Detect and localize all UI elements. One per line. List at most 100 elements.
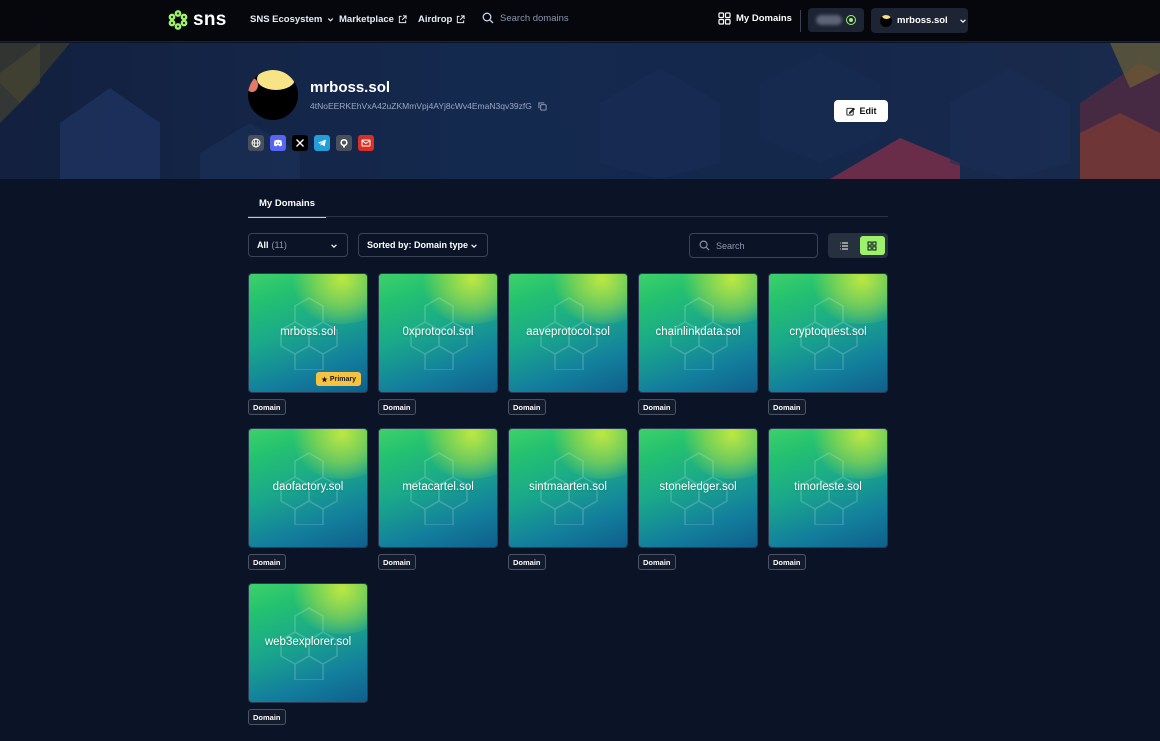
- edit-profile-button[interactable]: Edit: [834, 100, 888, 122]
- domain-name: stoneledger.sol: [659, 481, 737, 493]
- x-link[interactable]: [292, 135, 308, 151]
- domain-card-image[interactable]: web3explorer.sol: [248, 583, 368, 703]
- domain-name: mrboss.sol: [280, 326, 336, 338]
- domain-name: metacartel.sol: [402, 481, 474, 493]
- globe-icon: [251, 138, 261, 148]
- nav-sns-ecosystem[interactable]: SNS Ecosystem: [250, 14, 335, 25]
- list-view-button[interactable]: [831, 236, 857, 255]
- domain-type-badge: Domain: [248, 554, 286, 570]
- domain-type-badge: Domain: [638, 399, 676, 415]
- domain-card[interactable]: timorleste.sol Domain: [768, 428, 888, 570]
- nav-marketplace[interactable]: Marketplace: [339, 14, 407, 25]
- nav-marketplace-label: Marketplace: [339, 14, 394, 25]
- domain-card-image[interactable]: metacartel.sol: [378, 428, 498, 548]
- domain-card-image[interactable]: sintmaarten.sol: [508, 428, 628, 548]
- x-icon: [296, 139, 304, 147]
- domain-card[interactable]: aaveprotocol.sol Domain: [508, 273, 628, 415]
- github-icon: [340, 139, 348, 148]
- domain-card-image[interactable]: daofactory.sol: [248, 428, 368, 548]
- external-link-icon: [398, 15, 407, 24]
- domain-name: daofactory.sol: [272, 481, 344, 493]
- website-link[interactable]: [248, 135, 264, 151]
- domain-card[interactable]: daofactory.sol Domain: [248, 428, 368, 570]
- top-navigation: sns SNS Ecosystem Marketplace Airdrop Se…: [0, 0, 1160, 42]
- edit-icon: [845, 107, 855, 116]
- account-name: mrboss.sol: [897, 15, 948, 26]
- filter-label: All: [257, 240, 269, 250]
- primary-label: Primary: [329, 375, 356, 383]
- domain-card[interactable]: stoneledger.sol Domain: [638, 428, 758, 570]
- wallet-balance-blurred: [816, 15, 842, 25]
- domain-name: sintmaarten.sol: [529, 481, 607, 493]
- domain-type-badge: Domain: [378, 399, 416, 415]
- chevron-down-icon: [959, 18, 966, 23]
- nav-search-domains[interactable]: Search domains: [482, 12, 569, 24]
- domain-card-image[interactable]: timorleste.sol: [768, 428, 888, 548]
- banner-pattern: [0, 43, 1160, 179]
- avatar: [880, 14, 892, 27]
- domain-card[interactable]: web3explorer.sol Domain: [248, 583, 368, 725]
- domain-card-image[interactable]: mrboss.sol Primary: [248, 273, 368, 393]
- chevron-down-icon: [471, 244, 477, 248]
- domain-card[interactable]: 0xprotocol.sol Domain: [378, 273, 498, 415]
- grid-view-button[interactable]: [859, 236, 885, 255]
- primary-badge: Primary: [315, 372, 361, 386]
- domain-search-input[interactable]: Search: [689, 233, 818, 258]
- domain-name: timorleste.sol: [794, 481, 862, 493]
- domain-type-badge: Domain: [768, 399, 806, 415]
- search-icon: [482, 12, 494, 24]
- domain-grid: mrboss.sol Primary Domain 0xprotocol.sol Dom…: [248, 273, 888, 725]
- wallet-status-button[interactable]: [808, 8, 864, 32]
- domain-card[interactable]: mrboss.sol Primary Domain: [248, 273, 368, 415]
- domain-name: web3explorer.sol: [264, 636, 352, 648]
- grid-icon: [718, 12, 731, 25]
- connected-status-icon: [846, 15, 856, 25]
- copy-icon[interactable]: [538, 101, 547, 111]
- filter-count: (11): [271, 240, 287, 250]
- domain-card[interactable]: cryptoquest.sol Domain: [768, 273, 888, 415]
- telegram-icon: [318, 139, 326, 147]
- grid-icon: [867, 241, 877, 251]
- external-link-icon: [457, 15, 465, 24]
- discord-icon: [273, 139, 283, 147]
- domain-name: aaveprotocol.sol: [526, 326, 610, 338]
- nav-airdrop-label: Airdrop: [418, 14, 453, 25]
- domain-card-image[interactable]: cryptoquest.sol: [768, 273, 888, 393]
- chevron-down-icon: [331, 244, 337, 248]
- domain-card[interactable]: metacartel.sol Domain: [378, 428, 498, 570]
- domain-card-image[interactable]: 0xprotocol.sol: [378, 273, 498, 393]
- account-menu-button[interactable]: mrboss.sol: [871, 8, 968, 33]
- nav-my-domains[interactable]: My Domains: [718, 12, 792, 25]
- domain-card-image[interactable]: aaveprotocol.sol: [508, 273, 628, 393]
- discord-link[interactable]: [270, 135, 286, 151]
- search-icon: [699, 240, 710, 251]
- nav-divider: [800, 10, 801, 32]
- domain-card[interactable]: sintmaarten.sol Domain: [508, 428, 628, 570]
- domain-card-image[interactable]: stoneledger.sol: [638, 428, 758, 548]
- brand-name: sns: [193, 9, 227, 30]
- nav-sns-ecosystem-label: SNS Ecosystem: [250, 14, 323, 25]
- domain-type-badge: Domain: [508, 554, 546, 570]
- domain-type-badge: Domain: [768, 554, 806, 570]
- edit-label: Edit: [859, 106, 877, 116]
- view-toggle: [828, 233, 888, 258]
- wallet-address-text: 4tNoEERKEhVxA42uZKMmVpj4AYj8cWv4EmaN3qv3…: [310, 101, 532, 111]
- nav-search-placeholder: Search domains: [500, 12, 569, 24]
- domain-type-badge: Domain: [508, 399, 546, 415]
- email-link[interactable]: [358, 135, 374, 151]
- domain-name: chainlinkdata.sol: [655, 326, 741, 338]
- search-placeholder: Search: [716, 240, 745, 251]
- sns-logo[interactable]: sns: [168, 9, 227, 31]
- github-link[interactable]: [336, 135, 352, 151]
- telegram-link[interactable]: [314, 135, 330, 151]
- filter-dropdown[interactable]: All (11): [248, 233, 348, 257]
- tab-my-domains[interactable]: My Domains: [248, 191, 326, 218]
- sns-logo-icon: [168, 10, 188, 30]
- domain-card[interactable]: chainlinkdata.sol Domain: [638, 273, 758, 415]
- nav-airdrop[interactable]: Airdrop: [418, 14, 465, 25]
- sort-dropdown[interactable]: Sorted by: Domain type: [358, 233, 488, 257]
- wallet-address: 4tNoEERKEhVxA42uZKMmVpj4AYj8cWv4EmaN3qv3…: [310, 101, 547, 111]
- domain-type-badge: Domain: [378, 554, 416, 570]
- domain-card-image[interactable]: chainlinkdata.sol: [638, 273, 758, 393]
- profile-banner: [0, 43, 1160, 179]
